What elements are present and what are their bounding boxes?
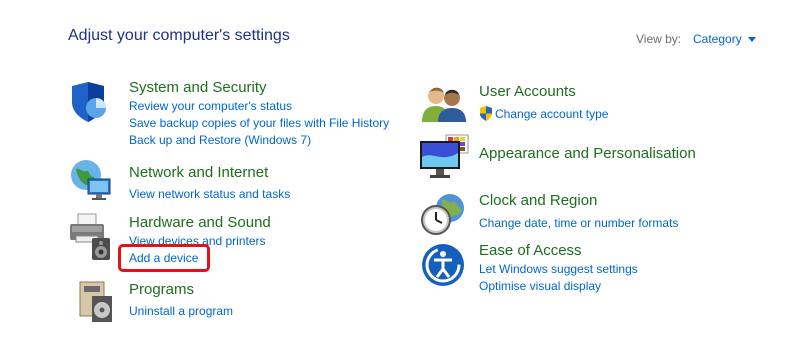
printer-icon [68, 212, 114, 267]
view-by-dropdown[interactable]: Category [693, 32, 756, 46]
highlight-box [118, 244, 210, 272]
category-appearance-and-personalisation[interactable]: Appearance and Personalisation [479, 145, 696, 162]
category-programs[interactable]: Programs [129, 281, 194, 298]
chevron-down-icon [747, 37, 756, 43]
category-clock-and-region[interactable]: Clock and Region [479, 192, 597, 209]
user-accounts-icon [420, 84, 468, 129]
link-review-computer-status[interactable]: Review your computer's status [129, 99, 292, 113]
view-by-label: View by: [636, 32, 682, 46]
link-file-history[interactable]: Save backup copies of your files with Fi… [129, 116, 389, 130]
category-network-and-internet[interactable]: Network and Internet [129, 164, 268, 181]
category-user-accounts[interactable]: User Accounts [479, 83, 576, 100]
category-ease-of-access[interactable]: Ease of Access [479, 242, 582, 259]
category-system-and-security[interactable]: System and Security [129, 79, 267, 96]
view-by-value: Category [693, 32, 742, 46]
programs-icon [74, 280, 114, 329]
link-backup-restore[interactable]: Back up and Restore (Windows 7) [129, 133, 311, 147]
network-globe-icon [68, 157, 114, 208]
shield-icon [68, 80, 112, 129]
page-title: Adjust your computer's settings [68, 27, 290, 44]
link-optimise-visual-display[interactable]: Optimise visual display [479, 279, 601, 293]
link-change-date-time-formats[interactable]: Change date, time or number formats [479, 216, 678, 230]
link-change-account-type[interactable]: Change account type [495, 107, 608, 121]
ease-of-access-icon [420, 242, 466, 293]
clock-globe-icon [420, 192, 468, 241]
link-uninstall-program[interactable]: Uninstall a program [129, 304, 233, 318]
link-windows-suggest-settings[interactable]: Let Windows suggest settings [479, 262, 638, 276]
appearance-monitor-icon [418, 133, 470, 186]
uac-shield-icon [479, 106, 493, 126]
link-network-status[interactable]: View network status and tasks [129, 187, 290, 201]
category-hardware-and-sound[interactable]: Hardware and Sound [129, 214, 271, 231]
